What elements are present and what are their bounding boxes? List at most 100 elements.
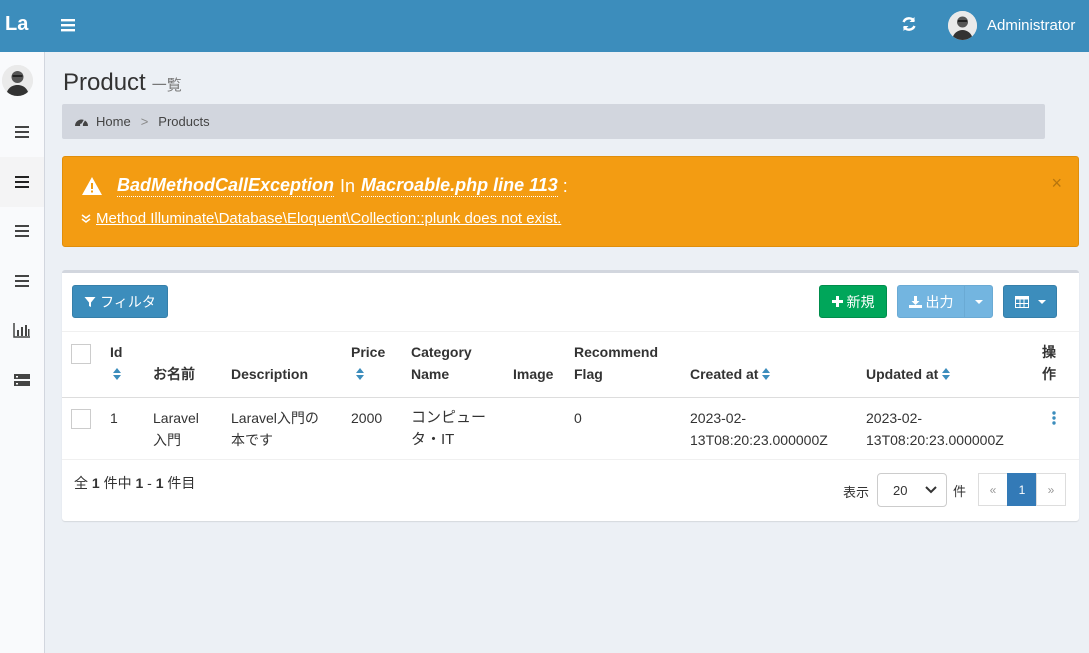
column-header-updated-label: Updated at xyxy=(866,366,939,382)
bars-icon xyxy=(15,126,29,138)
column-header-price-label: Price xyxy=(351,344,386,360)
sidebar-item-1[interactable] xyxy=(0,107,44,157)
alert-colon: : xyxy=(562,175,568,196)
breadcrumb-home[interactable]: Home xyxy=(96,114,131,129)
new-label: 新規 xyxy=(846,293,875,310)
warning-icon xyxy=(82,177,102,195)
sort-icon[interactable] xyxy=(355,367,365,381)
table-header: Id お名前 Description Price Category Name I… xyxy=(62,331,1079,398)
per-page-label: 表示 xyxy=(843,485,870,500)
summary-suffix: 件目 xyxy=(167,475,196,491)
column-header-description[interactable]: Description xyxy=(231,363,308,385)
cell-category: コンピュー タ・IT xyxy=(411,407,486,451)
column-header-recommend[interactable]: Recommend Flag xyxy=(574,341,658,385)
table-icon xyxy=(1014,295,1029,308)
sort-icon[interactable] xyxy=(761,367,771,381)
cell-category-line2: タ・IT xyxy=(411,431,455,448)
column-header-recommend-line1: Recommend xyxy=(574,344,659,360)
cell-created-line2: 13T08:20:23.000000Z xyxy=(690,432,828,448)
cell-id: 1 xyxy=(110,410,118,426)
column-header-updated-at[interactable]: Updated at xyxy=(866,363,951,385)
alert-in-label: In xyxy=(340,175,356,196)
user-menu[interactable]: Administrator xyxy=(948,10,1075,40)
sidebar-item-2[interactable] xyxy=(0,157,44,207)
cell-name-line1: Laravel xyxy=(153,410,199,426)
table-row: 1 Laravel 入門 Laravel入門の 本です 2000 コンピュー タ… xyxy=(62,397,1079,460)
summary-from: 1 xyxy=(135,475,144,491)
summary-dash: - xyxy=(147,475,152,491)
product-grid-box: フィルタ 新規 出力 Id お名前 Description Price Cate… xyxy=(62,270,1079,521)
sort-icon[interactable] xyxy=(941,367,951,381)
sidebar-item-3[interactable] xyxy=(0,206,44,256)
cell-created-at: 2023-02- 13T08:20:23.000000Z xyxy=(690,407,828,451)
page-subtitle: 一覧 xyxy=(151,77,182,94)
column-header-recommend-line2: Flag xyxy=(574,366,603,382)
error-alert: BadMethodCallException In Macroable.php … xyxy=(62,156,1079,247)
bars-icon xyxy=(15,275,29,287)
select-all-checkbox[interactable] xyxy=(71,344,91,364)
cell-updated-line2: 13T08:20:23.000000Z xyxy=(866,432,1004,448)
export-dropdown-toggle[interactable] xyxy=(964,285,993,318)
export-button[interactable]: 出力 xyxy=(897,285,965,318)
cell-price: 2000 xyxy=(351,410,383,426)
refresh-icon[interactable] xyxy=(899,14,919,34)
caret-down-icon xyxy=(1037,299,1046,304)
app-logo[interactable]: La xyxy=(0,0,45,52)
row-checkbox[interactable] xyxy=(71,409,91,429)
column-header-image[interactable]: Image xyxy=(513,363,553,385)
dashboard-icon xyxy=(75,119,88,127)
column-header-name[interactable]: お名前 xyxy=(153,363,195,385)
pagination-next[interactable]: » xyxy=(1036,473,1066,506)
column-header-id[interactable]: Id xyxy=(110,341,122,385)
summary-to: 1 xyxy=(155,475,164,491)
cell-updated-line1: 2023-02- xyxy=(866,410,923,426)
column-header-created-label: Created at xyxy=(690,366,759,382)
row-actions-ellipsis-icon[interactable] xyxy=(1051,409,1057,431)
page-title: Product 一覧 xyxy=(63,69,182,97)
bar-chart-icon xyxy=(13,323,30,338)
column-header-category[interactable]: Category Name xyxy=(411,341,472,385)
filter-label: フィルタ xyxy=(100,293,156,310)
cell-description-line1: Laravel入門の xyxy=(231,410,319,426)
menu-toggle-icon[interactable] xyxy=(58,15,78,35)
page-title-text: Product xyxy=(63,69,146,96)
alert-message-text: Method Illuminate\Database\Eloquent\Coll… xyxy=(96,210,562,227)
column-header-actions-line2: 作 xyxy=(1042,366,1056,382)
alert-message[interactable]: Method Illuminate\Database\Eloquent\Coll… xyxy=(81,210,561,227)
alert-close-button[interactable]: × xyxy=(1051,174,1062,192)
column-header-actions-line1: 操 xyxy=(1042,344,1056,360)
alert-title: BadMethodCallException In Macroable.php … xyxy=(81,175,568,197)
column-header-price[interactable]: Price xyxy=(351,341,385,385)
pagination-summary: 全 1 件中 1 - 1 件目 xyxy=(74,473,195,493)
sidebar xyxy=(0,52,45,653)
summary-prefix: 全 xyxy=(74,475,88,491)
chevron-down-icon xyxy=(925,486,937,494)
sidebar-item-4[interactable] xyxy=(0,256,44,306)
cell-category-line1: コンピュー xyxy=(411,409,487,426)
cell-updated-at: 2023-02- 13T08:20:23.000000Z xyxy=(866,407,1004,451)
exception-link[interactable]: BadMethodCallException xyxy=(117,175,335,197)
export-label: 出力 xyxy=(925,293,954,310)
column-selector-button[interactable] xyxy=(1003,285,1057,318)
bars-icon xyxy=(15,176,29,188)
angle-double-down-icon xyxy=(81,213,91,223)
per-page-select[interactable]: 20 xyxy=(877,473,947,507)
pagination-page-1[interactable]: 1 xyxy=(1007,473,1037,506)
breadcrumb-current: Products xyxy=(158,114,210,129)
user-name: Administrator xyxy=(987,16,1076,34)
pagination: « 1 » xyxy=(978,473,1066,506)
sidebar-item-chart[interactable] xyxy=(0,305,44,355)
sort-icon[interactable] xyxy=(112,367,122,381)
location-link[interactable]: Macroable.php line 113 xyxy=(361,175,558,197)
sidebar-avatar xyxy=(2,65,33,96)
sidebar-item-server[interactable] xyxy=(0,355,44,405)
new-button[interactable]: 新規 xyxy=(819,285,887,318)
pagination-prev[interactable]: « xyxy=(978,473,1008,506)
per-page-unit: 件 xyxy=(953,484,967,499)
user-avatar xyxy=(948,10,977,40)
column-header-created-at[interactable]: Created at xyxy=(690,363,771,385)
cell-name-line2: 入門 xyxy=(153,432,181,448)
column-header-id-label: Id xyxy=(110,344,123,360)
plus-icon xyxy=(831,296,843,307)
filter-button[interactable]: フィルタ xyxy=(72,285,168,318)
